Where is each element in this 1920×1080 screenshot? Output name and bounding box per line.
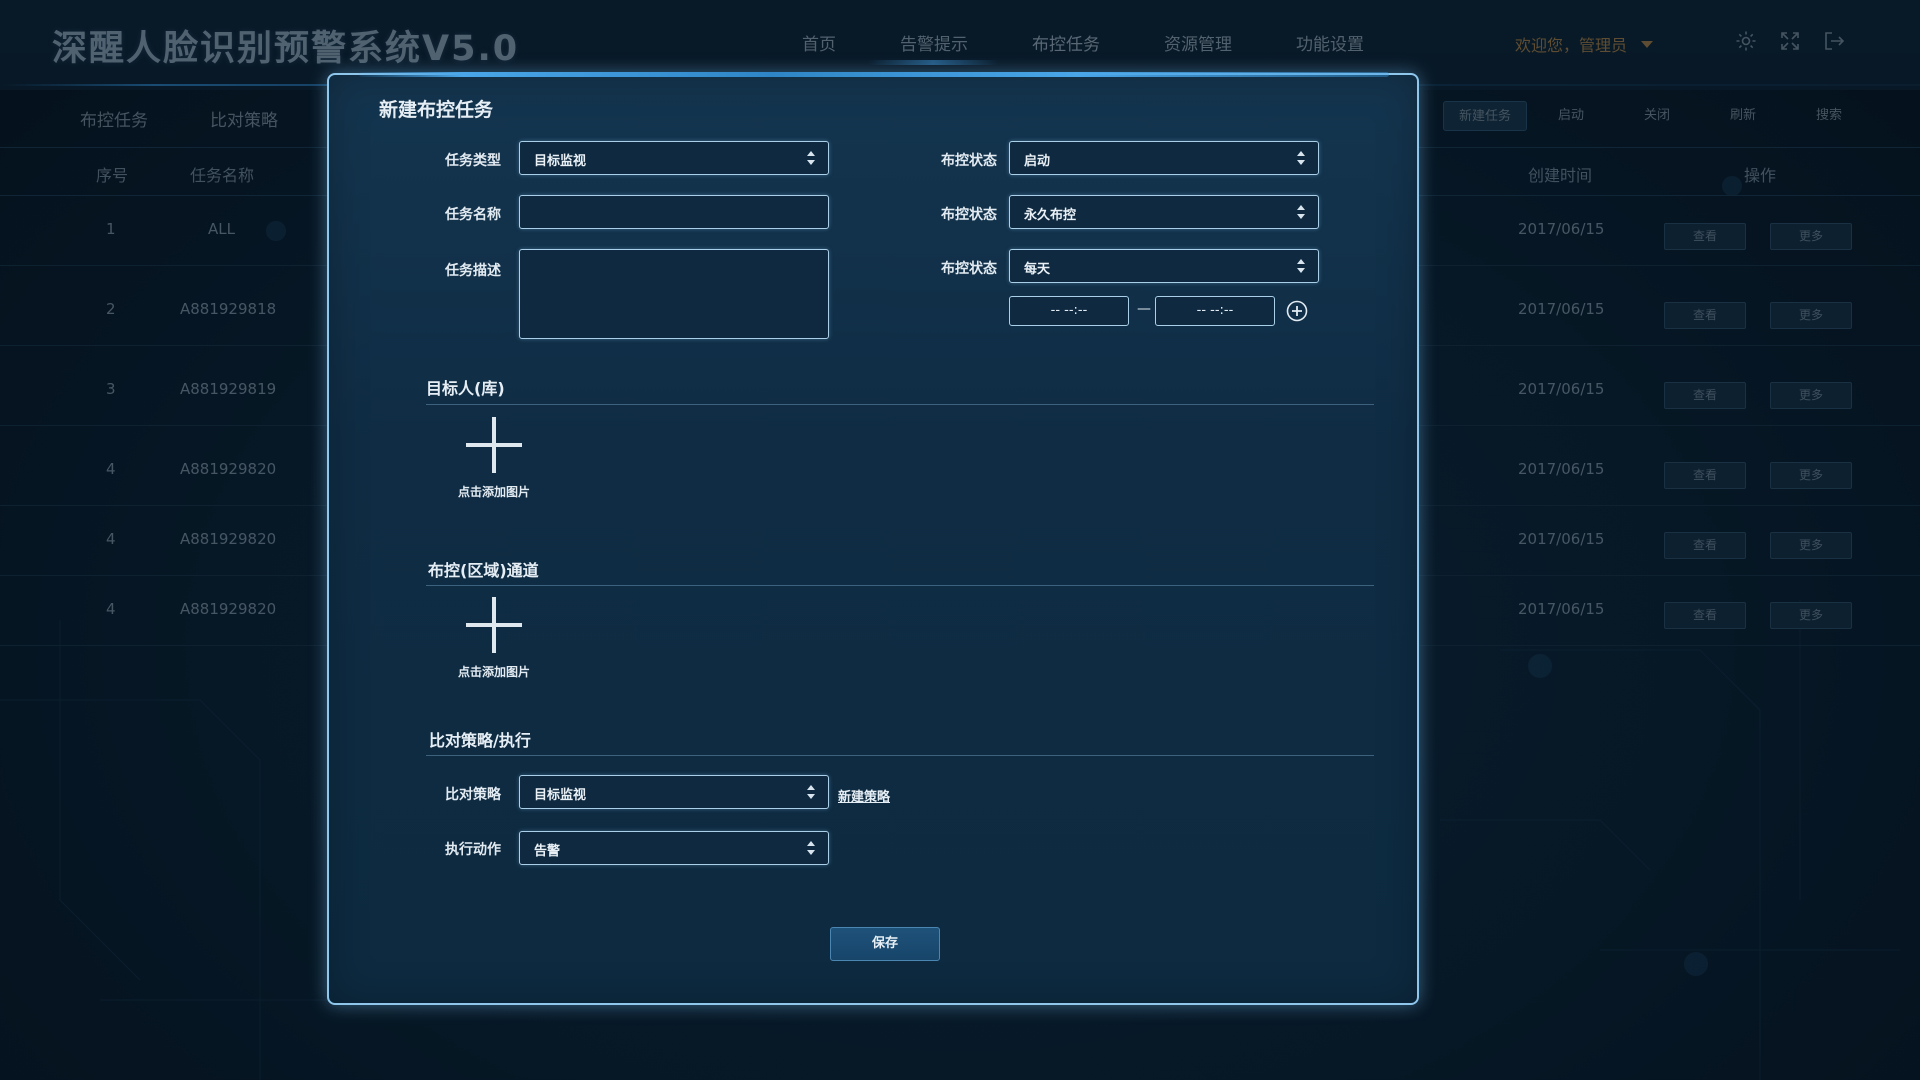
status-label-2: 布控状态 (941, 207, 997, 223)
strategy-value: 目标监视 (534, 788, 587, 803)
action-select[interactable]: 告警 (519, 831, 829, 865)
task-type-value: 目标监视 (534, 154, 587, 169)
start-time-input[interactable]: -- --:-- (1009, 296, 1129, 326)
end-time-input[interactable]: -- --:-- (1155, 296, 1275, 326)
updown-arrow-icon (807, 151, 815, 165)
new-task-dialog: 新建布控任务 任务类型 目标监视 任务名称 任务描述 布控状态 启动 布控状态 … (327, 72, 1419, 1005)
plus-icon (466, 597, 522, 653)
section-channel-title: 布控(区域)通道 (428, 561, 539, 580)
status-select-2[interactable]: 永久布控 (1009, 195, 1319, 229)
dialog-top-accent (359, 72, 1389, 77)
section-target-title: 目标人(库) (426, 379, 505, 398)
status-select-3[interactable]: 每天 (1009, 249, 1319, 283)
add-image-caption: 点击添加图片 (457, 485, 530, 499)
action-label: 执行动作 (445, 842, 501, 858)
status-label-3: 布控状态 (941, 261, 997, 277)
status-value-1: 启动 (1024, 154, 1051, 169)
status-select-1[interactable]: 启动 (1009, 141, 1319, 175)
task-desc-textarea[interactable] (519, 249, 829, 339)
updown-arrow-icon (1297, 205, 1305, 219)
add-time-icon[interactable] (1286, 300, 1308, 322)
time-separator: — (1137, 301, 1151, 317)
add-channel-image[interactable]: 点击添加图片 (444, 597, 544, 680)
section-divider (426, 404, 1374, 405)
dialog-title: 新建布控任务 (379, 99, 494, 121)
plus-icon (466, 417, 522, 473)
status-value-3: 每天 (1024, 262, 1051, 277)
add-image-caption: 点击添加图片 (457, 665, 530, 679)
status-label-1: 布控状态 (941, 153, 997, 169)
section-divider (426, 755, 1374, 756)
task-name-input[interactable] (519, 195, 829, 229)
task-type-select[interactable]: 目标监视 (519, 141, 829, 175)
updown-arrow-icon (807, 785, 815, 799)
task-desc-label: 任务描述 (445, 263, 501, 279)
add-target-image[interactable]: 点击添加图片 (444, 417, 544, 500)
new-strategy-link[interactable]: 新建策略 (838, 786, 890, 805)
section-strategy-title: 比对策略/执行 (429, 731, 531, 750)
section-divider (426, 585, 1374, 586)
task-name-label: 任务名称 (445, 207, 501, 223)
status-value-2: 永久布控 (1024, 208, 1077, 223)
updown-arrow-icon (1297, 151, 1305, 165)
updown-arrow-icon (1297, 259, 1305, 273)
task-type-label: 任务类型 (445, 153, 501, 169)
strategy-label: 比对策略 (445, 787, 501, 803)
strategy-select[interactable]: 目标监视 (519, 775, 829, 809)
action-value: 告警 (534, 844, 561, 859)
save-button[interactable]: 保存 (830, 927, 940, 961)
updown-arrow-icon (807, 841, 815, 855)
